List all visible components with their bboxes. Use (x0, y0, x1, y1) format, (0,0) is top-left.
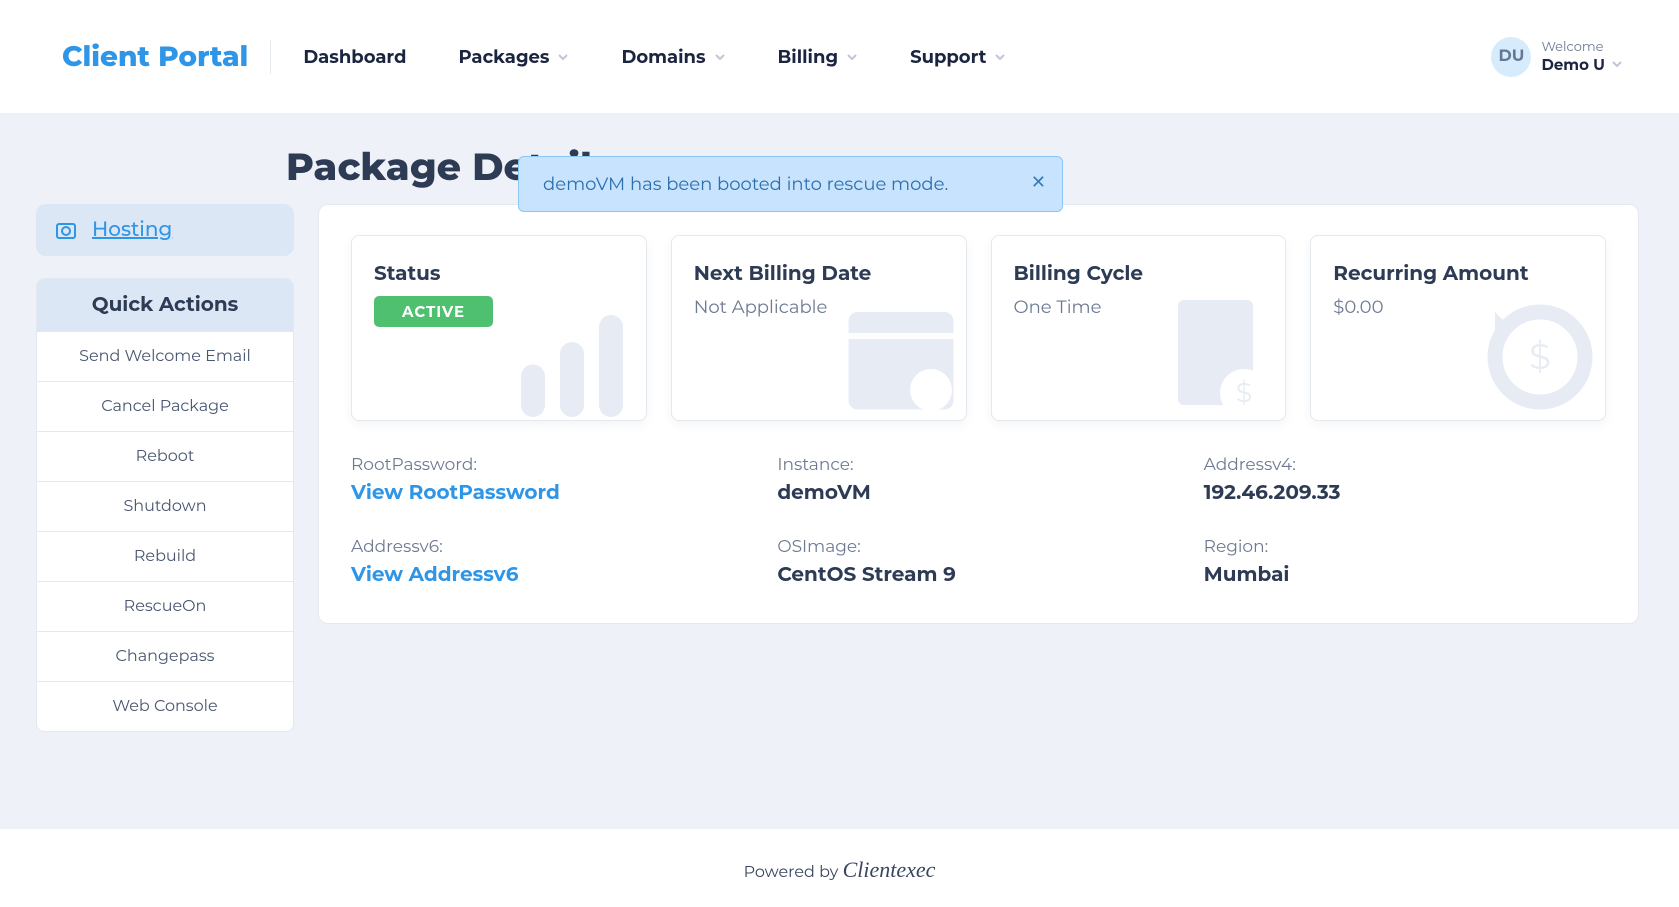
card-next-billing: Next Billing Date Not Applicable (671, 235, 967, 421)
detail-label: Addressv4: (1204, 455, 1606, 475)
detail-address-v4: Addressv4: 192.46.209.33 (1204, 455, 1606, 505)
alert-message: demoVM has been booted into rescue mode. (543, 173, 948, 195)
nav-dashboard[interactable]: Dashboard (303, 46, 406, 68)
nav-label: Dashboard (303, 46, 406, 68)
chart-icon (506, 282, 647, 421)
nav-billing[interactable]: Billing (778, 46, 859, 68)
hosting-link[interactable]: Hosting (36, 204, 294, 256)
chevron-down-icon (846, 46, 858, 68)
user-menu[interactable]: DU Welcome Demo U (1491, 37, 1623, 77)
card-recurring-amount: Recurring Amount $0.00 $ (1310, 235, 1606, 421)
calendar-icon (826, 282, 967, 421)
nav-domains[interactable]: Domains (621, 46, 725, 68)
summary-cards: Status ACTIVE Next Billing Date Not Appl… (351, 235, 1606, 421)
card-status: Status ACTIVE (351, 235, 647, 421)
view-root-password-link[interactable]: View RootPassword (351, 481, 753, 505)
user-text: Welcome Demo U (1541, 39, 1623, 74)
welcome-label: Welcome (1541, 39, 1623, 55)
detail-value: demoVM (777, 481, 1179, 505)
close-icon[interactable]: ✕ (1031, 171, 1046, 193)
qa-send-welcome-email[interactable]: Send Welcome Email (37, 331, 293, 381)
nav-packages[interactable]: Packages (459, 46, 570, 68)
chevron-down-icon (1611, 55, 1623, 74)
detail-value: 192.46.209.33 (1204, 481, 1606, 505)
nav-label: Support (910, 46, 986, 68)
top-bar: Client Portal Dashboard Packages Domains… (0, 0, 1679, 113)
qa-changepass[interactable]: Changepass (37, 631, 293, 681)
hosting-label: Hosting (88, 218, 172, 242)
toast-alert: demoVM has been booted into rescue mode.… (518, 156, 1063, 212)
svg-text:$: $ (1236, 376, 1253, 409)
site-footer: Powered by Clientexec (0, 829, 1679, 907)
detail-region: Region: Mumbai (1204, 537, 1606, 587)
quick-actions: Quick Actions Send Welcome Email Cancel … (36, 278, 294, 732)
detail-label: OSImage: (777, 537, 1179, 557)
detail-grid: RootPassword: View RootPassword Instance… (351, 455, 1606, 587)
status-badge: ACTIVE (374, 296, 493, 327)
detail-root-password: RootPassword: View RootPassword (351, 455, 753, 505)
user-name: Demo U (1541, 55, 1623, 74)
detail-label: Instance: (777, 455, 1179, 475)
nav-support[interactable]: Support (910, 46, 1006, 68)
svg-text:$: $ (1529, 335, 1551, 379)
invoice-icon: $ (1145, 282, 1286, 421)
detail-address-v6: Addressv6: View Addressv6 (351, 537, 753, 587)
detail-instance: Instance: demoVM (777, 455, 1179, 505)
user-name-text: Demo U (1541, 55, 1605, 74)
nav-label: Packages (459, 46, 550, 68)
detail-label: Region: (1204, 537, 1606, 557)
quick-actions-title: Quick Actions (37, 279, 293, 331)
camera-icon (54, 218, 78, 242)
chevron-down-icon (714, 46, 726, 68)
package-panel: Status ACTIVE Next Billing Date Not Appl… (318, 204, 1639, 624)
qa-cancel-package[interactable]: Cancel Package (37, 381, 293, 431)
qa-rescue-on[interactable]: RescueOn (37, 581, 293, 631)
view-address-v6-link[interactable]: View Addressv6 (351, 563, 753, 587)
brand-logo[interactable]: Client Portal (62, 40, 271, 74)
chevron-down-icon (557, 46, 569, 68)
detail-os-image: OSImage: CentOS Stream 9 (777, 537, 1179, 587)
left-sidebar: Hosting Quick Actions Send Welcome Email… (36, 204, 294, 732)
nav-label: Domains (621, 46, 705, 68)
main-nav: Dashboard Packages Domains Billing Suppo… (303, 46, 1006, 68)
footer-product[interactable]: Clientexec (843, 857, 936, 882)
recurring-icon: $ (1465, 282, 1606, 421)
qa-shutdown[interactable]: Shutdown (37, 481, 293, 531)
detail-value: Mumbai (1204, 563, 1606, 587)
detail-label: Addressv6: (351, 537, 753, 557)
qa-reboot[interactable]: Reboot (37, 431, 293, 481)
avatar: DU (1491, 37, 1531, 77)
footer-powered-by: Powered by (744, 863, 843, 882)
chevron-down-icon (994, 46, 1006, 68)
qa-rebuild[interactable]: Rebuild (37, 531, 293, 581)
qa-web-console[interactable]: Web Console (37, 681, 293, 731)
detail-value: CentOS Stream 9 (777, 563, 1179, 587)
detail-label: RootPassword: (351, 455, 753, 475)
card-billing-cycle: Billing Cycle One Time $ (991, 235, 1287, 421)
nav-label: Billing (778, 46, 839, 68)
